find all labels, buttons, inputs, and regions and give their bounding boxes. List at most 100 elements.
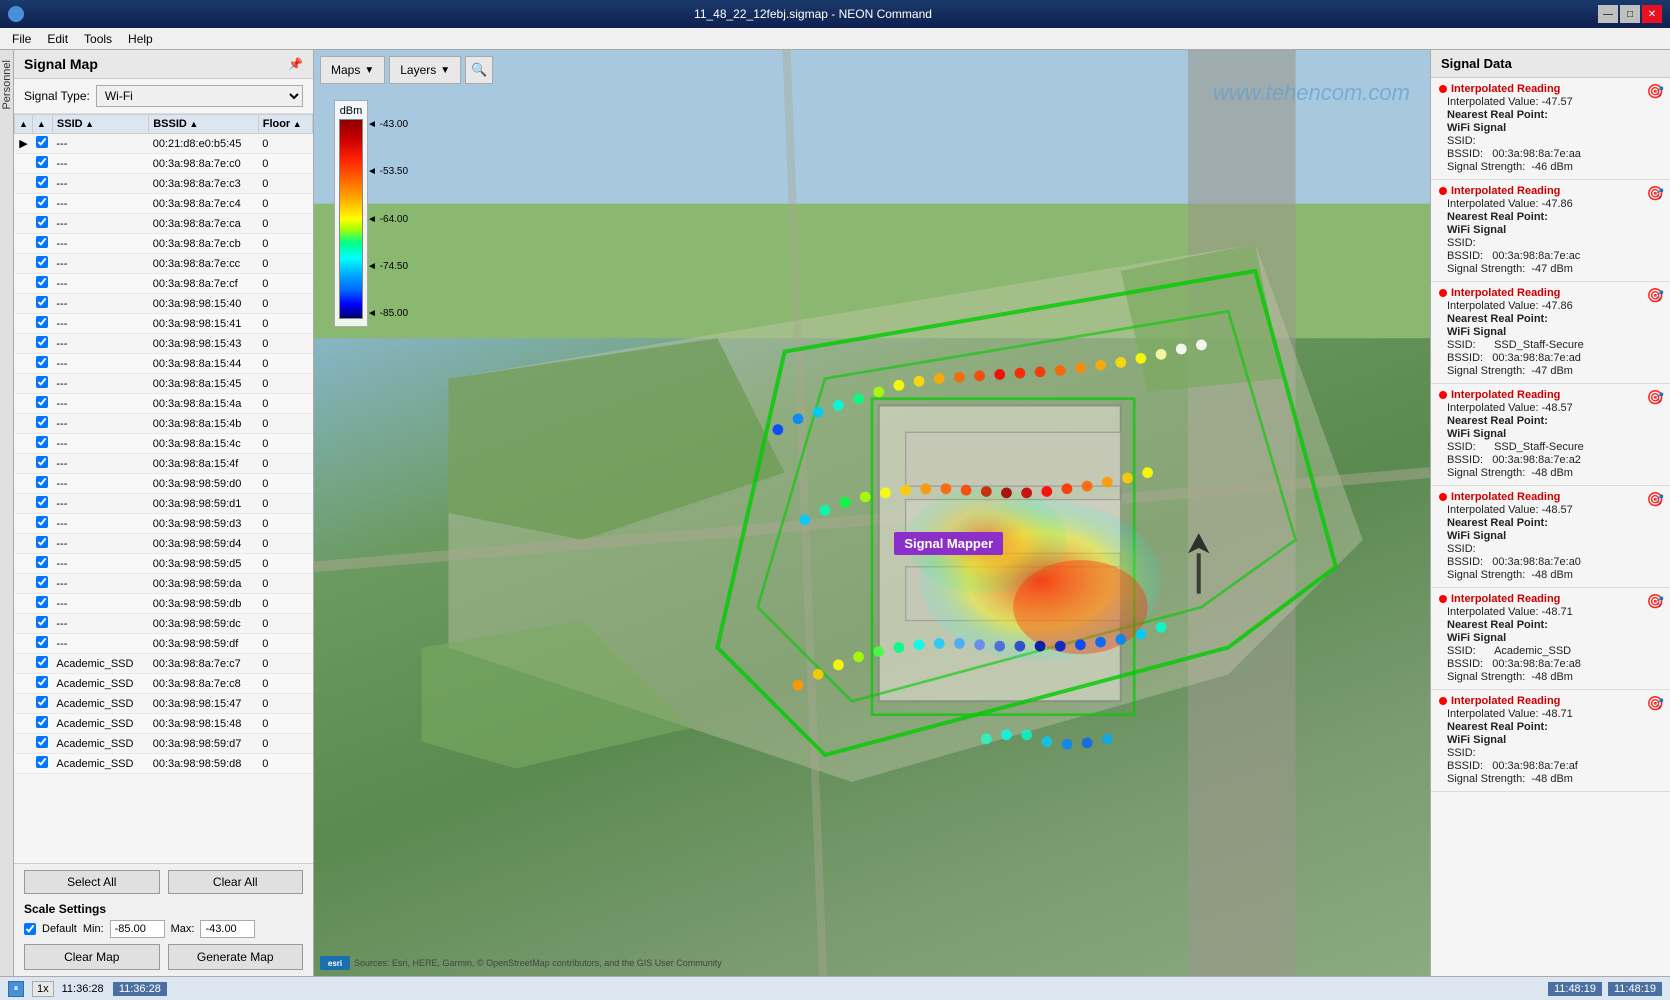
table-row[interactable]: --- 00:3a:98:8a:7e:c4 0 <box>15 194 313 214</box>
row-checkbox[interactable] <box>36 416 48 428</box>
table-row[interactable]: --- 00:3a:98:98:59:d5 0 <box>15 554 313 574</box>
expand-cell[interactable] <box>15 614 33 634</box>
checkbox-cell[interactable] <box>32 594 52 614</box>
expand-cell[interactable] <box>15 334 33 354</box>
table-row[interactable]: --- 00:3a:98:98:15:41 0 <box>15 314 313 334</box>
expand-cell[interactable] <box>15 414 33 434</box>
layers-button[interactable]: Layers ▼ <box>389 56 461 84</box>
clear-all-button[interactable]: Clear All <box>168 870 304 894</box>
checkbox-cell[interactable] <box>32 574 52 594</box>
row-checkbox[interactable] <box>36 636 48 648</box>
table-row[interactable]: --- 00:3a:98:8a:7e:cc 0 <box>15 254 313 274</box>
row-checkbox[interactable] <box>36 576 48 588</box>
table-row[interactable]: --- 00:3a:98:98:59:d0 0 <box>15 474 313 494</box>
menu-tools[interactable]: Tools <box>76 30 120 48</box>
expand-cell[interactable] <box>15 694 33 714</box>
row-checkbox[interactable] <box>36 736 48 748</box>
row-checkbox[interactable] <box>36 276 48 288</box>
close-button[interactable]: ✕ <box>1642 5 1662 23</box>
expand-cell[interactable] <box>15 154 33 174</box>
checkbox-cell[interactable] <box>32 174 52 194</box>
table-row[interactable]: Academic_SSD 00:3a:98:98:15:48 0 <box>15 714 313 734</box>
table-row[interactable]: --- 00:3a:98:98:15:43 0 <box>15 334 313 354</box>
expand-cell[interactable] <box>15 594 33 614</box>
col-bssid[interactable]: BSSID <box>149 115 259 134</box>
row-checkbox[interactable] <box>36 456 48 468</box>
row-checkbox[interactable] <box>36 376 48 388</box>
row-checkbox[interactable] <box>36 556 48 568</box>
table-row[interactable]: --- 00:3a:98:98:59:df 0 <box>15 634 313 654</box>
table-row[interactable]: --- 00:3a:98:98:59:dc 0 <box>15 614 313 634</box>
row-checkbox[interactable] <box>36 756 48 768</box>
col-floor[interactable]: Floor <box>258 115 312 134</box>
expand-cell[interactable] <box>15 534 33 554</box>
signal-type-select[interactable]: Wi-Fi Cellular Bluetooth <box>96 85 303 107</box>
table-row[interactable]: --- 00:3a:98:98:59:d1 0 <box>15 494 313 514</box>
clear-map-button[interactable]: Clear Map <box>24 944 160 970</box>
personnel-tab[interactable]: Personnel <box>0 54 15 116</box>
table-row[interactable]: --- 00:3a:98:8a:7e:cf 0 <box>15 274 313 294</box>
row-checkbox[interactable] <box>36 136 48 148</box>
checkbox-cell[interactable] <box>32 254 52 274</box>
expand-cell[interactable] <box>15 554 33 574</box>
row-checkbox[interactable] <box>36 476 48 488</box>
expand-cell[interactable] <box>15 314 33 334</box>
col-checkbox[interactable] <box>32 115 52 134</box>
checkbox-cell[interactable] <box>32 274 52 294</box>
row-checkbox[interactable] <box>36 176 48 188</box>
table-row[interactable]: --- 00:3a:98:8a:15:44 0 <box>15 354 313 374</box>
expand-cell[interactable] <box>15 754 33 774</box>
checkbox-cell[interactable] <box>32 694 52 714</box>
row-checkbox[interactable] <box>36 156 48 168</box>
search-button[interactable]: 🔍 <box>465 56 493 84</box>
row-checkbox[interactable] <box>36 676 48 688</box>
row-checkbox[interactable] <box>36 256 48 268</box>
table-row[interactable]: --- 00:3a:98:98:59:db 0 <box>15 594 313 614</box>
checkbox-cell[interactable] <box>32 654 52 674</box>
expand-cell[interactable] <box>15 274 33 294</box>
generate-map-button[interactable]: Generate Map <box>168 944 304 970</box>
expand-cell[interactable] <box>15 394 33 414</box>
maximize-button[interactable]: □ <box>1620 5 1640 23</box>
checkbox-cell[interactable] <box>32 474 52 494</box>
expand-cell[interactable] <box>15 574 33 594</box>
pin-icon[interactable]: 📌 <box>288 57 303 71</box>
checkbox-cell[interactable] <box>32 294 52 314</box>
table-row[interactable]: --- 00:3a:98:8a:15:4b 0 <box>15 414 313 434</box>
expand-cell[interactable] <box>15 734 33 754</box>
checkbox-cell[interactable] <box>32 394 52 414</box>
expand-cell[interactable] <box>15 454 33 474</box>
expand-cell[interactable]: ▶ <box>15 134 33 154</box>
expand-cell[interactable] <box>15 234 33 254</box>
row-checkbox[interactable] <box>36 496 48 508</box>
table-row[interactable]: Academic_SSD 00:3a:98:98:15:47 0 <box>15 694 313 714</box>
expand-cell[interactable] <box>15 174 33 194</box>
expand-cell[interactable] <box>15 474 33 494</box>
checkbox-cell[interactable] <box>32 234 52 254</box>
table-row[interactable]: Academic_SSD 00:3a:98:98:59:d8 0 <box>15 754 313 774</box>
checkbox-cell[interactable] <box>32 314 52 334</box>
expand-cell[interactable] <box>15 374 33 394</box>
checkbox-cell[interactable] <box>32 554 52 574</box>
expand-cell[interactable] <box>15 254 33 274</box>
table-row[interactable]: Academic_SSD 00:3a:98:98:59:d7 0 <box>15 734 313 754</box>
table-row[interactable]: --- 00:3a:98:8a:7e:cb 0 <box>15 234 313 254</box>
row-checkbox[interactable] <box>36 616 48 628</box>
row-checkbox[interactable] <box>36 296 48 308</box>
expand-cell[interactable] <box>15 494 33 514</box>
expand-cell[interactable] <box>15 434 33 454</box>
table-row[interactable]: --- 00:3a:98:8a:7e:ca 0 <box>15 214 313 234</box>
expand-cell[interactable] <box>15 214 33 234</box>
checkbox-cell[interactable] <box>32 614 52 634</box>
table-row[interactable]: --- 00:3a:98:8a:15:4a 0 <box>15 394 313 414</box>
row-checkbox[interactable] <box>36 536 48 548</box>
checkbox-cell[interactable] <box>32 634 52 654</box>
checkbox-cell[interactable] <box>32 714 52 734</box>
expand-cell[interactable] <box>15 634 33 654</box>
row-checkbox[interactable] <box>36 356 48 368</box>
max-input[interactable] <box>200 920 255 938</box>
row-checkbox[interactable] <box>36 196 48 208</box>
checkbox-cell[interactable] <box>32 154 52 174</box>
checkbox-cell[interactable] <box>32 414 52 434</box>
expand-cell[interactable] <box>15 194 33 214</box>
